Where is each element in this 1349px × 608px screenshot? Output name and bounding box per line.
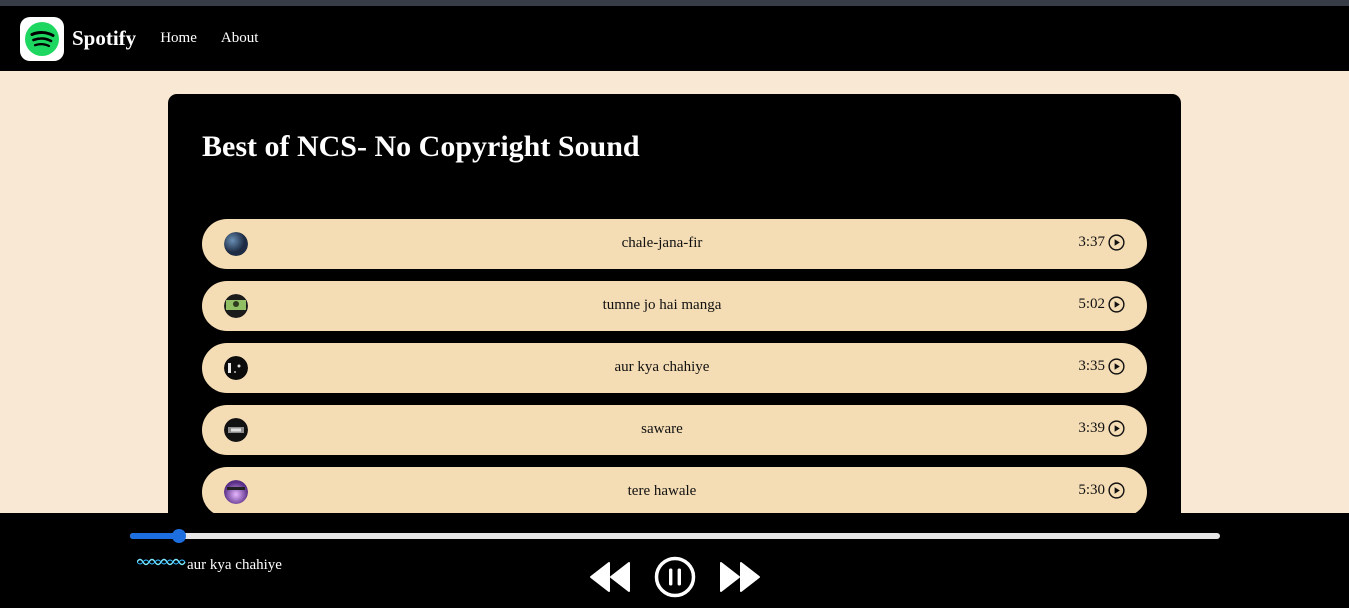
song-name: saware: [641, 421, 683, 437]
song-list: chale-jana-fir 3:37 tumne jo hai manga 5…: [202, 219, 1147, 529]
progress-bar[interactable]: [130, 529, 1220, 543]
song-duration: 5:30: [1078, 482, 1105, 498]
play-circle-icon[interactable]: [1108, 482, 1125, 499]
nav-link-about[interactable]: About: [221, 30, 259, 47]
song-name: chale-jana-fir: [621, 235, 703, 251]
song-item[interactable]: tere hawale 5:30: [202, 467, 1147, 517]
song-duration: 5:02: [1078, 296, 1105, 312]
playlist-title: Best of NCS- No Copyright Sound: [202, 130, 640, 163]
song-item[interactable]: aur kya chahiye 3:35: [202, 343, 1147, 393]
play-circle-icon[interactable]: [1108, 420, 1125, 437]
now-playing-title: aur kya chahiye: [187, 557, 282, 573]
play-circle-icon[interactable]: [1108, 234, 1125, 251]
navbar: Spotify Home About: [0, 6, 1349, 71]
song-duration: 3:39: [1078, 420, 1105, 436]
equalizer-wave-icon: [136, 555, 187, 567]
spotify-logo-icon[interactable]: [20, 16, 64, 61]
play-circle-icon[interactable]: [1108, 296, 1125, 313]
pause-circle-icon[interactable]: [654, 556, 696, 598]
nav-link-home[interactable]: Home: [160, 30, 197, 47]
song-item[interactable]: chale-jana-fir 3:37: [202, 219, 1147, 269]
playback-controls: [589, 556, 761, 598]
song-name: tumne jo hai manga: [602, 297, 722, 313]
song-item[interactable]: saware 3:39: [202, 405, 1147, 455]
song-duration: 3:35: [1078, 358, 1105, 374]
song-name: tere hawale: [627, 483, 697, 499]
playlist-panel: Best of NCS- No Copyright Sound chale-ja…: [168, 94, 1181, 554]
song-duration: 3:37: [1078, 234, 1105, 250]
progress-thumb[interactable]: [172, 529, 187, 543]
player-bar: aur kya chahiye: [0, 513, 1349, 608]
brand-name[interactable]: Spotify: [72, 26, 136, 51]
previous-icon[interactable]: [589, 559, 633, 595]
song-item[interactable]: tumne jo hai manga 5:02: [202, 281, 1147, 331]
song-name: aur kya chahiye: [614, 359, 710, 375]
next-icon[interactable]: [717, 559, 761, 595]
play-circle-icon[interactable]: [1108, 358, 1125, 375]
